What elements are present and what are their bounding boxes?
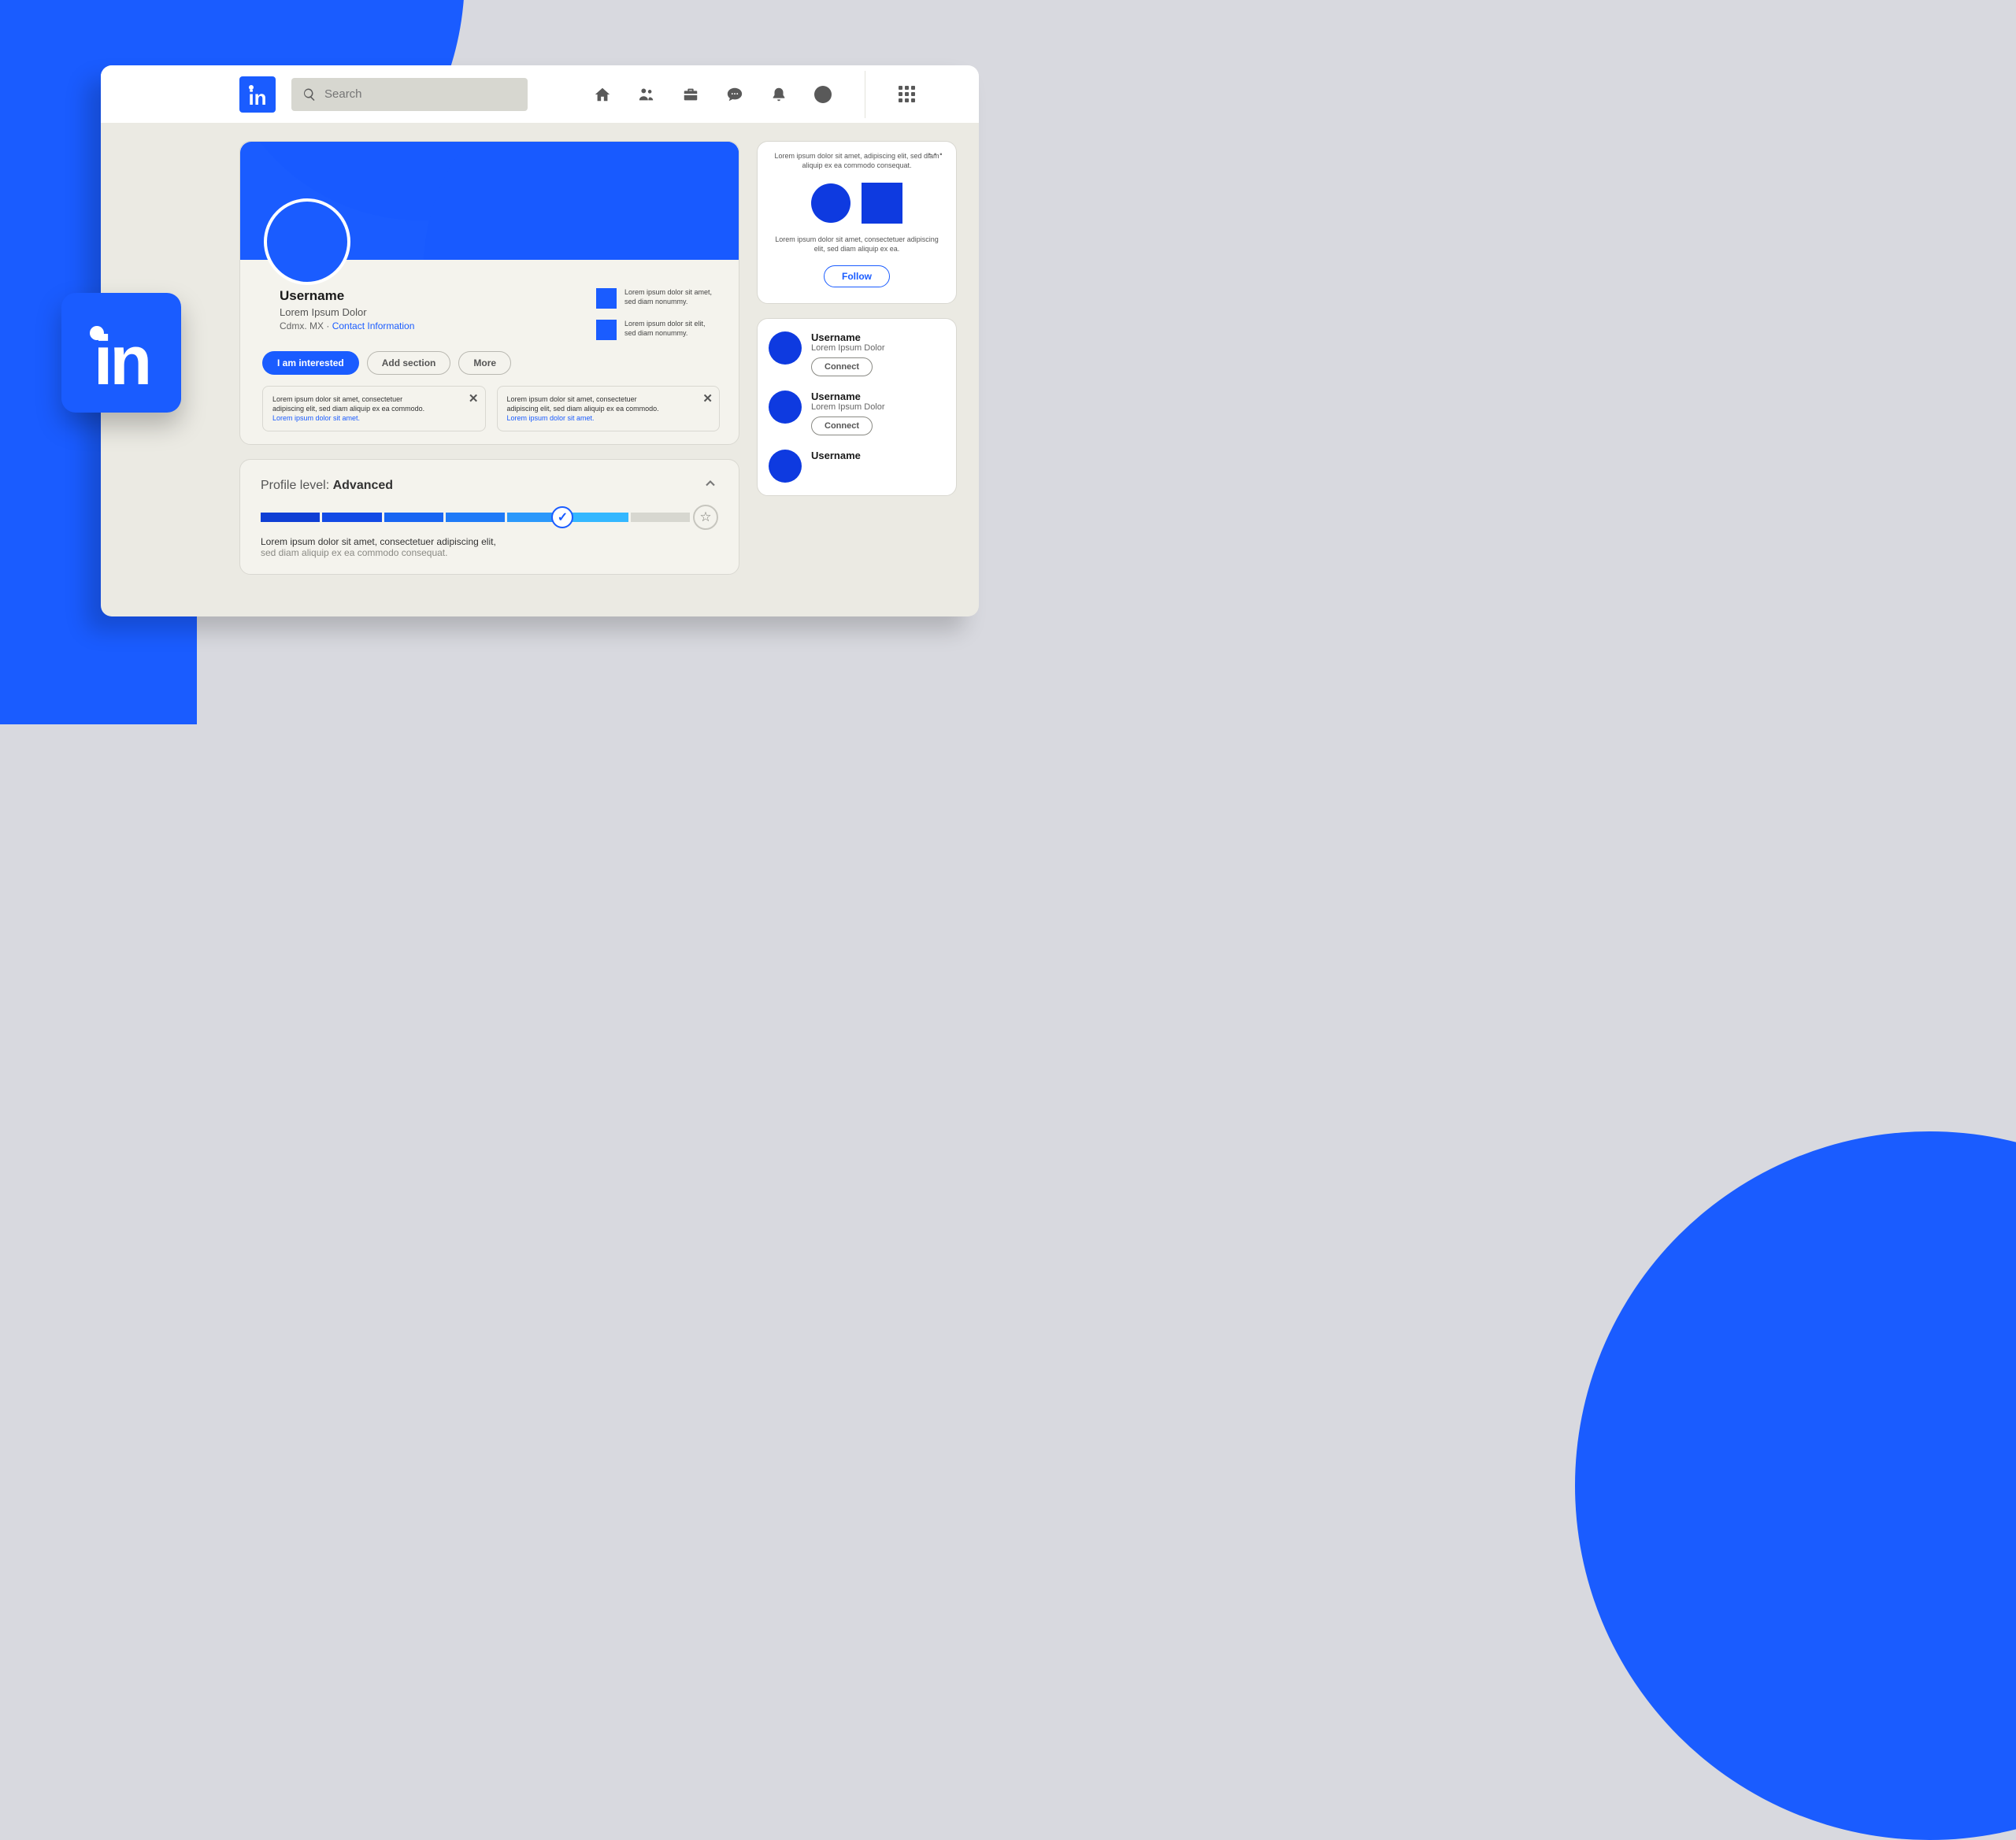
level-segment	[261, 513, 320, 522]
suggestion-name: Username	[811, 391, 885, 402]
company-logo-placeholder	[596, 288, 617, 309]
profile-meta: Lorem ipsum dolor sit amet, sed diam non…	[596, 288, 720, 340]
profile-level-title: Profile level: Advanced	[261, 479, 393, 493]
home-icon[interactable]	[594, 86, 611, 103]
promo-circle	[811, 183, 850, 223]
add-section-button[interactable]: Add section	[367, 351, 451, 375]
profile-headline: Lorem Ipsum Dolor	[280, 306, 414, 318]
suggestion-avatar[interactable]	[769, 450, 802, 483]
chevron-up-icon[interactable]	[702, 476, 718, 495]
search-icon	[302, 87, 317, 102]
profile-meta-item[interactable]: Lorem ipsum dolor sit elit, sed diam non…	[596, 320, 712, 340]
promo-graphic	[772, 183, 942, 224]
connect-button[interactable]: Connect	[811, 416, 873, 435]
interested-button[interactable]: I am interested	[262, 351, 359, 375]
promo-square	[862, 183, 902, 224]
suggestion-avatar[interactable]	[769, 391, 802, 424]
suggestion-subtitle: Lorem Ipsum Dolor	[811, 343, 885, 353]
body: Username Lorem Ipsum Dolor Cdmx. MX · Co…	[101, 124, 979, 616]
check-icon: ✓	[551, 506, 573, 528]
promo-card: ··· Lorem ipsum dolor sit amet, adipisci…	[757, 141, 957, 304]
profile-tips: ✕ Lorem ipsum dolor sit amet, consectetu…	[240, 375, 739, 431]
level-segment	[569, 513, 628, 522]
app-window: in	[101, 65, 979, 616]
level-segment	[384, 513, 443, 522]
star-icon: ☆	[693, 505, 718, 530]
promo-top-text: Lorem ipsum dolor sit amet, adipiscing e…	[772, 151, 942, 170]
close-icon[interactable]: ✕	[469, 391, 479, 407]
search-field[interactable]	[291, 78, 528, 111]
level-segment-empty	[631, 513, 690, 522]
brand-logo[interactable]: in	[239, 76, 276, 113]
profile-location-row: Cdmx. MX · Contact Information	[280, 320, 414, 331]
profile-card: Username Lorem Ipsum Dolor Cdmx. MX · Co…	[239, 141, 739, 445]
main-column: Username Lorem Ipsum Dolor Cdmx. MX · Co…	[239, 141, 739, 599]
decorative-bg	[1575, 1131, 2016, 1840]
side-column: ··· Lorem ipsum dolor sit amet, adipisci…	[757, 141, 957, 599]
profile-level-copy: Lorem ipsum dolor sit amet, consectetuer…	[261, 536, 718, 558]
brand-badge: in	[61, 293, 181, 413]
nav-icons	[594, 71, 915, 118]
profile-tip: ✕ Lorem ipsum dolor sit amet, consectetu…	[262, 386, 486, 431]
search-input[interactable]	[324, 87, 517, 101]
suggestion-avatar[interactable]	[769, 331, 802, 365]
promo-bottom-text: Lorem ipsum dolor sit amet, consectetuer…	[772, 235, 942, 254]
profile-meta-item[interactable]: Lorem ipsum dolor sit amet, sed diam non…	[596, 288, 712, 309]
school-logo-placeholder	[596, 320, 617, 340]
people-icon[interactable]	[638, 86, 655, 103]
suggestion-item: Username Lorem Ipsum Dolor Connect	[769, 331, 945, 376]
bell-icon[interactable]	[770, 86, 788, 103]
level-segment	[322, 513, 381, 522]
profile-name: Username	[280, 288, 414, 304]
connect-button[interactable]: Connect	[811, 357, 873, 376]
suggestion-name: Username	[811, 331, 885, 343]
close-icon[interactable]: ✕	[702, 391, 713, 407]
briefcase-icon[interactable]	[682, 86, 699, 103]
tip-link[interactable]: Lorem ipsum dolor sit amet.	[272, 413, 463, 423]
profile-tip: ✕ Lorem ipsum dolor sit amet, consectetu…	[497, 386, 721, 431]
suggestion-item: Username	[769, 450, 945, 483]
tip-link[interactable]: Lorem ipsum dolor sit amet.	[507, 413, 698, 423]
profile-level-card: Profile level: Advanced	[239, 459, 739, 575]
suggestion-subtitle: Lorem Ipsum Dolor	[811, 402, 885, 412]
topbar: in	[101, 65, 979, 124]
more-icon[interactable]: ···	[928, 148, 945, 162]
suggestion-item: Username Lorem Ipsum Dolor Connect	[769, 391, 945, 435]
me-avatar-icon[interactable]	[814, 86, 832, 103]
suggestion-name: Username	[811, 450, 861, 461]
level-segment	[446, 513, 505, 522]
follow-button[interactable]: Follow	[824, 265, 890, 287]
suggestions-card: Username Lorem Ipsum Dolor Connect Usern…	[757, 318, 957, 496]
more-button[interactable]: More	[458, 351, 511, 375]
apps-grid-icon[interactable]	[899, 86, 915, 102]
profile-actions: I am interested Add section More	[240, 340, 739, 375]
contact-info-link[interactable]: Contact Information	[332, 320, 415, 331]
chat-icon[interactable]	[726, 86, 743, 103]
profile-avatar[interactable]	[264, 198, 350, 285]
profile-level-bar: ✓ ☆	[261, 513, 718, 522]
